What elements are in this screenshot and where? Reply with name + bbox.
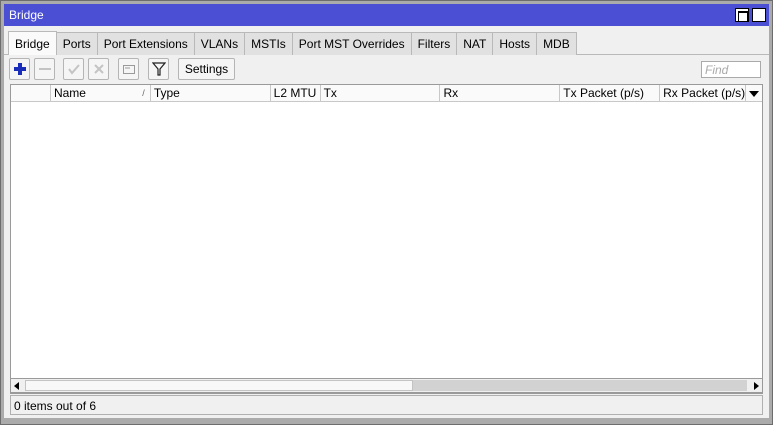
scrollbar-thumb[interactable] (25, 380, 413, 391)
close-icon[interactable]: ✕ (752, 8, 766, 22)
bridge-table: Name / Type L2 MTU Tx Rx Tx Packet (p/s)… (10, 84, 763, 394)
title-bar[interactable]: Bridge ✕ (4, 4, 769, 26)
column-rx-packet[interactable]: Rx Packet (p/s) (660, 85, 747, 102)
column-tx[interactable]: Tx (321, 85, 441, 102)
tab-mdb[interactable]: MDB (536, 32, 577, 55)
add-button[interactable] (9, 58, 30, 80)
tab-ports[interactable]: Ports (55, 32, 98, 55)
maximize-icon[interactable] (735, 8, 749, 22)
scroll-left-icon[interactable] (14, 382, 19, 390)
column-l2-mtu[interactable]: L2 MTU (271, 85, 321, 102)
column-menu-icon[interactable] (746, 85, 762, 102)
sort-icon: / (142, 88, 145, 98)
tab-mstis[interactable]: MSTIs (244, 32, 293, 55)
table-header: Name / Type L2 MTU Tx Rx Tx Packet (p/s)… (11, 85, 762, 102)
filter-icon (152, 62, 166, 76)
horizontal-scrollbar[interactable] (10, 378, 763, 393)
filter-button[interactable] (148, 58, 169, 80)
tab-nat[interactable]: NAT (456, 32, 494, 55)
tab-vlans[interactable]: VLANs (193, 32, 246, 55)
note-icon (123, 65, 135, 74)
column-rx[interactable]: Rx (440, 85, 561, 102)
column-tx-packet[interactable]: Tx Packet (p/s) (560, 85, 661, 102)
minus-icon (39, 68, 51, 70)
check-icon (68, 64, 80, 75)
window-title: Bridge (9, 8, 44, 22)
tab-filters[interactable]: Filters (410, 32, 458, 55)
tab-hosts[interactable]: Hosts (492, 32, 538, 55)
settings-button[interactable]: Settings (178, 58, 235, 80)
remove-button[interactable] (34, 58, 55, 80)
window-client: Bridge Ports Port Extensions VLANs MSTIs… (4, 26, 769, 418)
tab-strip: Bridge Ports Port Extensions VLANs MSTIs… (8, 31, 577, 55)
status-bar: 0 items out of 6 (10, 395, 763, 415)
tab-port-mst-overrides[interactable]: Port MST Overrides (291, 32, 412, 55)
column-type[interactable]: Type (151, 85, 271, 102)
comment-button[interactable] (118, 58, 139, 80)
toolbar: Settings (4, 56, 769, 84)
find-input[interactable] (701, 61, 761, 78)
column-flags[interactable] (11, 85, 51, 102)
scrollbar-track[interactable] (413, 380, 747, 391)
cross-icon (94, 64, 104, 74)
disable-button[interactable] (88, 58, 109, 80)
plus-icon (14, 63, 26, 75)
tab-port-extensions[interactable]: Port Extensions (96, 32, 195, 55)
enable-button[interactable] (63, 58, 84, 80)
tab-bridge[interactable]: Bridge (8, 31, 57, 55)
item-count: 0 items out of 6 (14, 399, 97, 413)
scroll-right-icon[interactable] (754, 382, 759, 390)
bridge-window: Bridge ✕ Bridge Ports Port Extensions VL… (0, 0, 773, 425)
column-name[interactable]: Name / (51, 85, 151, 102)
